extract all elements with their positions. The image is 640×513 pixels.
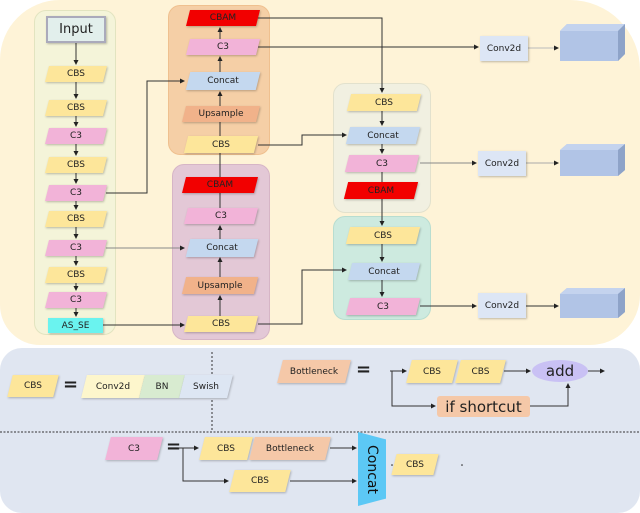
backbone-c3-4[interactable]: C3 bbox=[47, 292, 105, 308]
neck-top-c3[interactable]: C3 bbox=[188, 39, 258, 55]
legend-cbs: CBS bbox=[10, 375, 56, 397]
legend-bottleneck: Bottleneck bbox=[280, 360, 348, 383]
pan-top-cbs[interactable]: CBS bbox=[349, 94, 419, 111]
pan-top-cbam[interactable]: CBAM bbox=[346, 182, 416, 199]
legend-conv2d: Conv2d bbox=[84, 375, 142, 398]
output-cube-3 bbox=[560, 288, 625, 318]
neck-top-cbs[interactable]: CBS bbox=[186, 136, 256, 153]
legend-concat-label: Concat bbox=[364, 444, 380, 494]
backbone-cbs-3[interactable]: CBS bbox=[47, 157, 105, 173]
neck-top-upsample[interactable]: Upsample bbox=[184, 106, 258, 122]
input-block[interactable]: Input bbox=[46, 16, 106, 43]
neck-top-concat[interactable]: Concat bbox=[188, 72, 258, 90]
neck-mid-concat[interactable]: Concat bbox=[188, 239, 256, 257]
legend-c3-cbs-top: CBS bbox=[202, 437, 250, 460]
output-cube-1 bbox=[560, 24, 625, 61]
output-cube-2 bbox=[560, 144, 625, 176]
pan-top-c3[interactable]: C3 bbox=[347, 155, 417, 172]
neck-mid-cbam[interactable]: CBAM bbox=[184, 177, 256, 193]
legend-c3: C3 bbox=[108, 437, 160, 460]
backbone-c3-3[interactable]: C3 bbox=[47, 240, 105, 256]
head-conv2d-2[interactable]: Conv2d bbox=[478, 151, 526, 176]
pan-top-concat[interactable]: Concat bbox=[348, 127, 418, 144]
pan-bot-c3[interactable]: C3 bbox=[348, 298, 418, 315]
backbone-c3-2[interactable]: C3 bbox=[47, 185, 105, 201]
if-shortcut-node: if shortcut bbox=[437, 396, 530, 417]
legend-c3-bottleneck: Bottleneck bbox=[252, 437, 328, 460]
neck-mid-upsample[interactable]: Upsample bbox=[184, 277, 256, 294]
neck-mid-cbs[interactable]: CBS bbox=[186, 316, 256, 332]
legend-bn: BN bbox=[142, 375, 182, 398]
backbone-cbs-5[interactable]: CBS bbox=[47, 267, 105, 283]
neck-top-cbam[interactable]: CBAM bbox=[188, 10, 258, 26]
legend-c3-cbs-out: CBS bbox=[394, 454, 436, 475]
dot bbox=[461, 464, 463, 466]
add-node: add bbox=[532, 360, 588, 382]
neck-mid-c3[interactable]: C3 bbox=[186, 208, 256, 224]
backbone-cbs-1[interactable]: CBS bbox=[47, 66, 105, 82]
pan-bot-cbs[interactable]: CBS bbox=[348, 227, 418, 244]
backbone-cbs-2[interactable]: CBS bbox=[47, 100, 105, 116]
legend-c3-cbs-bottom: CBS bbox=[232, 470, 288, 492]
as-se-block[interactable]: AS_SE bbox=[48, 318, 103, 333]
legend-bottleneck-cbs-1: CBS bbox=[409, 360, 455, 383]
legend-bottleneck-cbs-2: CBS bbox=[458, 360, 503, 383]
head-conv2d-1[interactable]: Conv2d bbox=[480, 36, 528, 61]
pan-bot-concat[interactable]: Concat bbox=[350, 263, 418, 280]
backbone-cbs-4[interactable]: CBS bbox=[47, 211, 105, 227]
head-conv2d-3[interactable]: Conv2d bbox=[478, 293, 526, 318]
backbone-c3-1[interactable]: C3 bbox=[47, 128, 105, 144]
legend-swish: Swish bbox=[182, 375, 230, 398]
